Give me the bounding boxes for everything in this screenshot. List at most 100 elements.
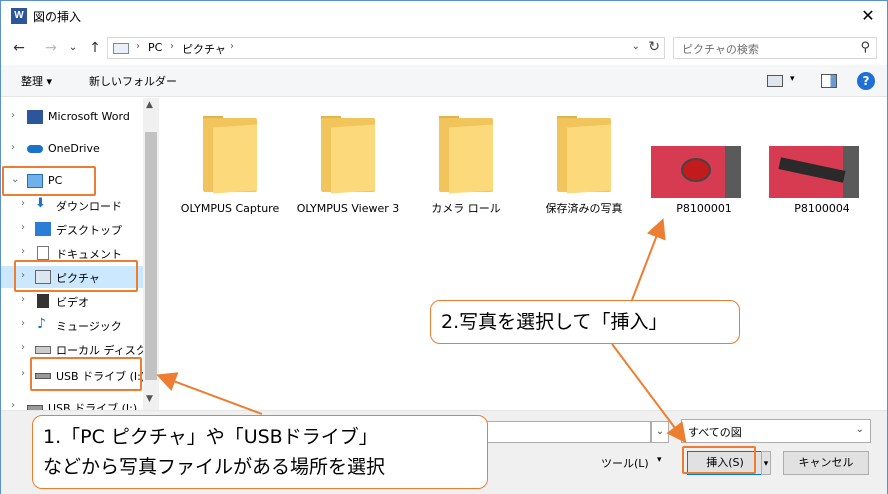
item-label: P8100004: [794, 202, 850, 215]
sidebar-item-label: ミュージック: [56, 320, 122, 333]
pc-icon: [27, 174, 43, 188]
sidebar-item-pictures[interactable]: › ピクチャ: [1, 266, 143, 288]
expand-icon[interactable]: ›: [21, 318, 25, 329]
view-options-dropdown[interactable]: ▾: [790, 74, 795, 84]
music-icon: ♪: [37, 316, 46, 332]
folder-item[interactable]: OLYMPUS Capture: [175, 112, 285, 242]
expand-icon[interactable]: ›: [21, 198, 25, 209]
cancel-button[interactable]: キャンセル: [783, 451, 869, 475]
navigation-bar: ← → ⌄ ↑ › PC › ピクチャ › ⌄ ↻ ピクチャの検索 ⚲: [1, 35, 887, 61]
sidebar-item-documents[interactable]: › ドキュメント: [1, 242, 143, 264]
sidebar-item-usb-drive-2[interactable]: › USB ドライブ (I:): [1, 396, 143, 410]
expand-icon[interactable]: ›: [21, 342, 25, 353]
item-label: OLYMPUS Viewer 3: [296, 202, 400, 215]
document-icon: [37, 246, 49, 260]
search-input[interactable]: ピクチャの検索 ⚲: [673, 37, 877, 59]
sidebar-item-usb-drive[interactable]: › USB ドライブ (I:): [1, 364, 146, 386]
insert-options-button[interactable]: ▾: [761, 451, 771, 475]
change-view-icon[interactable]: [767, 75, 783, 87]
scroll-up-icon[interactable]: ▲: [146, 100, 153, 110]
breadcrumb-separator: ›: [170, 41, 174, 52]
file-list: OLYMPUS Capture OLYMPUS Viewer 3 カメラ ロール…: [161, 98, 887, 410]
expand-icon[interactable]: ›: [21, 246, 25, 257]
expand-icon[interactable]: ›: [21, 270, 25, 281]
disk-icon: [35, 346, 51, 354]
recent-locations-button[interactable]: ⌄: [63, 38, 83, 58]
sidebar-item-microsoft-word[interactable]: › Microsoft Word: [1, 106, 143, 128]
tools-dropdown-icon[interactable]: ▾: [657, 455, 662, 465]
folder-item[interactable]: OLYMPUS Viewer 3: [293, 112, 403, 242]
callout-2-text: 2.写真を選択して「挿入」: [441, 311, 668, 333]
expand-icon[interactable]: ›: [11, 142, 15, 153]
download-icon: ⬇: [35, 196, 46, 211]
refresh-icon[interactable]: ↻: [648, 39, 660, 55]
insert-button[interactable]: 挿入(S): [687, 451, 763, 475]
expand-icon[interactable]: ›: [21, 222, 25, 233]
sidebar-item-label: ピクチャ: [56, 272, 100, 285]
sidebar-item-music[interactable]: › ♪ ミュージック: [1, 314, 143, 336]
photo-item[interactable]: P8100004: [767, 112, 877, 242]
scrollbar-thumb[interactable]: [145, 132, 157, 380]
search-placeholder: ピクチャの検索: [682, 43, 759, 56]
folder-icon: [321, 116, 375, 194]
filename-dropdown-icon[interactable]: ⌄: [651, 421, 669, 443]
command-bar: 整理 ▾ 新しいフォルダー ▾ ?: [1, 65, 887, 97]
breadcrumb-separator: ›: [230, 41, 234, 52]
expand-icon[interactable]: ›: [21, 368, 25, 379]
photo-item[interactable]: P8100001: [649, 112, 759, 242]
sidebar-scrollbar[interactable]: ▲ ▼: [143, 98, 159, 410]
sidebar-item-label: USB ドライブ (I:): [56, 370, 146, 383]
sidebar-item-videos[interactable]: › ビデオ: [1, 290, 143, 312]
forward-button[interactable]: →: [41, 38, 61, 58]
back-button[interactable]: ←: [9, 38, 29, 58]
sidebar-item-label: ドキュメント: [56, 248, 122, 261]
address-dropdown-icon[interactable]: ⌄: [632, 41, 640, 52]
organize-button[interactable]: 整理 ▾: [21, 73, 52, 89]
instruction-callout-1: 1.「PC ピクチャ」や「USBドライブ」 などから写真ファイルがある場所を選択: [32, 415, 488, 489]
preview-pane-icon[interactable]: [821, 74, 837, 88]
cloud-icon: [27, 145, 43, 153]
sidebar-item-pc[interactable]: ⌄ PC: [1, 170, 143, 192]
scroll-down-icon[interactable]: ▼: [146, 394, 153, 404]
file-type-value: すべての図: [688, 426, 742, 439]
sidebar-item-desktop[interactable]: › デスクトップ: [1, 218, 143, 240]
file-type-select[interactable]: すべての図 ⌄: [681, 419, 871, 443]
filename-input[interactable]: [481, 421, 651, 443]
item-label: OLYMPUS Capture: [180, 202, 280, 215]
dialog-title: 図の挿入: [33, 10, 82, 24]
item-label: 保存済みの写真: [545, 202, 623, 215]
address-bar[interactable]: › PC › ピクチャ › ⌄ ↻: [107, 37, 665, 59]
item-label: P8100001: [676, 202, 732, 215]
breadcrumb-pc[interactable]: PC: [148, 41, 162, 54]
help-icon[interactable]: ?: [857, 72, 875, 90]
item-label: カメラ ロール: [431, 202, 501, 215]
desktop-icon: [35, 222, 51, 236]
close-button[interactable]: ✕: [855, 5, 881, 27]
tools-button[interactable]: ツール(L): [601, 455, 649, 471]
callout-1-line-2: などから写真ファイルがある場所を選択: [43, 456, 386, 478]
sidebar-item-onedrive[interactable]: › OneDrive: [1, 138, 143, 160]
sidebar-item-label: ビデオ: [56, 296, 89, 309]
up-button[interactable]: ↑: [85, 38, 105, 58]
sidebar-item-label: デスクトップ: [56, 224, 122, 237]
folder-icon: [439, 116, 493, 194]
sidebar-item-label: ダウンロード: [56, 200, 122, 213]
sidebar-item-label: USB ドライブ (I:): [48, 402, 138, 410]
photo-thumbnail: [769, 146, 859, 198]
expand-icon[interactable]: ›: [21, 294, 25, 305]
new-folder-button[interactable]: 新しいフォルダー: [89, 73, 177, 89]
collapse-icon[interactable]: ⌄: [11, 174, 19, 185]
folder-item[interactable]: カメラ ロール: [411, 112, 521, 242]
expand-icon[interactable]: ›: [11, 400, 15, 410]
sidebar-item-downloads[interactable]: › ⬇ ダウンロード: [1, 194, 143, 216]
expand-icon[interactable]: ›: [11, 110, 15, 121]
sidebar-item-label: OneDrive: [48, 142, 100, 155]
word-icon: W: [11, 8, 27, 24]
sidebar-item-label: Microsoft Word: [48, 110, 130, 123]
sidebar-item-local-disk[interactable]: › ローカル ディスク (C: [1, 338, 159, 360]
folder-icon: [557, 116, 611, 194]
breadcrumb-pictures[interactable]: ピクチャ: [182, 41, 226, 57]
folder-item[interactable]: 保存済みの写真: [529, 112, 639, 242]
photo-thumbnail: [651, 146, 741, 198]
search-icon[interactable]: ⚲: [860, 40, 870, 55]
